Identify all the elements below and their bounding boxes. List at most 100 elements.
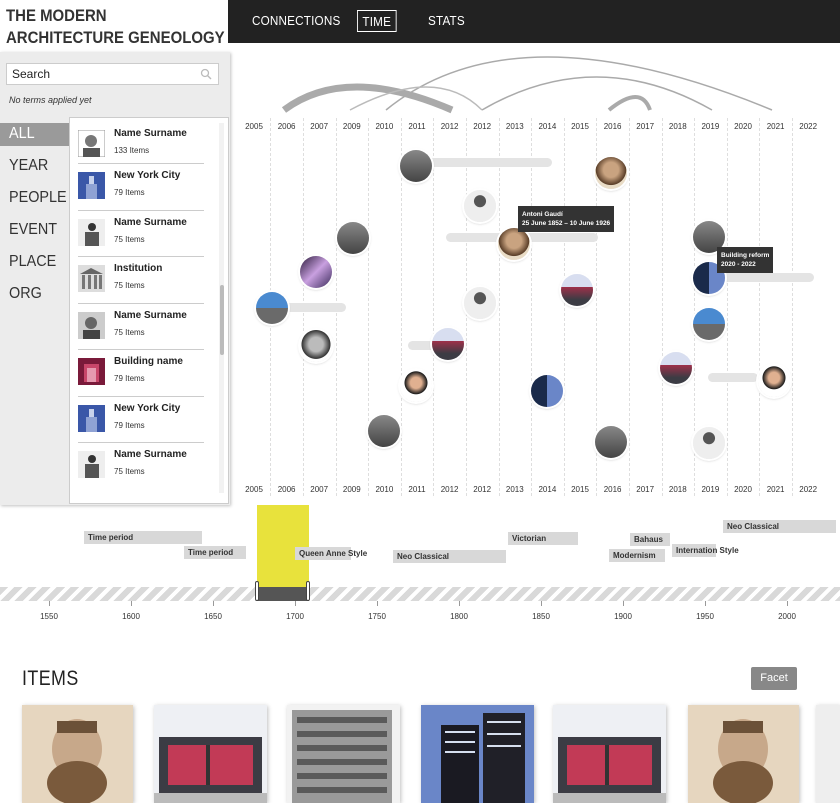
timeline-year-label-bottom: 2014: [538, 485, 557, 494]
axis-tick: [623, 601, 624, 606]
timeline-entity-node[interactable]: [432, 328, 464, 360]
item-card[interactable]: [287, 705, 400, 803]
list-item[interactable]: Building name 79 Items: [70, 350, 210, 396]
list-item[interactable]: Institution 75 Items: [70, 257, 210, 303]
time-brush-selection[interactable]: [257, 505, 309, 587]
timeline-entity-node[interactable]: [256, 292, 288, 324]
item-card[interactable]: [22, 705, 133, 803]
list-item-count: 75 Items: [114, 281, 145, 290]
tooltip-dates: 2020 - 2022: [721, 261, 756, 268]
axis-label: 1600: [122, 612, 140, 621]
results-list: Name Surname 133 Items New York City 79 …: [69, 117, 229, 504]
timeline-duration-bar[interactable]: [426, 158, 552, 167]
app-root: { "app": { "title_line1": "THE MODERN", …: [0, 0, 840, 803]
tooltip-building-reform: Building reform 2020 - 2022: [717, 247, 774, 273]
timeline-column-divider: [791, 118, 793, 496]
list-item-count: 79 Items: [114, 374, 145, 383]
timeline-year-label-bottom: 2011: [408, 485, 426, 494]
period-bar[interactable]: Time period: [84, 531, 202, 544]
period-bar[interactable]: Time period: [184, 546, 246, 559]
category-place[interactable]: PLACE: [9, 253, 56, 271]
item-card[interactable]: [154, 705, 267, 803]
timeline-column-divider: [368, 118, 370, 496]
axis-label: 2000: [778, 612, 796, 621]
axis-label: 1650: [204, 612, 222, 621]
tab-connections[interactable]: CONNECTIONS: [252, 10, 340, 32]
facet-button[interactable]: Facet: [751, 667, 797, 690]
timeline-year-label-bottom: 2020: [734, 485, 752, 494]
tab-stats[interactable]: STATS: [428, 10, 465, 32]
timeline-entity-node[interactable]: [400, 150, 432, 182]
period-bar[interactable]: Bahaus: [630, 533, 670, 546]
timeline-column-divider: [400, 118, 402, 496]
item-card[interactable]: [688, 705, 799, 803]
brush-left-handle[interactable]: [255, 581, 259, 601]
search-icon[interactable]: [200, 68, 212, 80]
list-item[interactable]: Name Surname 75 Items: [70, 304, 210, 350]
timeline-year-label-top: 2018: [668, 122, 687, 131]
category-year[interactable]: YEAR: [9, 157, 48, 175]
timeline-entity-node[interactable]: [561, 274, 593, 306]
period-bar[interactable]: Neo Classical: [393, 550, 506, 563]
list-item[interactable]: New York City 79 Items: [70, 397, 210, 443]
period-bar[interactable]: Queen Anne Style: [295, 547, 367, 560]
timeline-entity-node[interactable]: [660, 352, 692, 384]
timeline-year-label-top: 2009: [342, 122, 361, 131]
period-bar[interactable]: Neo Classical: [723, 520, 836, 533]
list-item[interactable]: Name Surname 133 Items: [70, 122, 210, 168]
timeline-entity-node[interactable]: [498, 228, 530, 260]
timeline-year-label-top: 2007: [310, 122, 329, 131]
axis-tick: [131, 601, 132, 606]
tab-time[interactable]: TIME: [357, 10, 397, 32]
timeline-year-label-top: 2022: [799, 122, 818, 131]
timeline-entity-node[interactable]: [595, 157, 627, 189]
timeline-year-label-bottom: 2005: [245, 485, 263, 494]
timeline-entity-node[interactable]: [300, 256, 332, 288]
category-all[interactable]: ALL: [9, 125, 35, 143]
timeline-entity-node[interactable]: [693, 308, 725, 340]
timeline-entity-node[interactable]: [758, 365, 790, 397]
portrait-thumb-icon: [78, 130, 105, 157]
item-card[interactable]: [553, 705, 666, 803]
timeline-entity-node[interactable]: [400, 370, 432, 402]
timeline-entity-node[interactable]: [300, 330, 332, 362]
timeline-entity-node[interactable]: [693, 427, 725, 459]
period-bar[interactable]: Victorian: [508, 532, 578, 545]
list-item-count: 75 Items: [114, 235, 145, 244]
app-title-line-2: ARCHITECTURE GENEOLOGY: [6, 28, 225, 47]
category-org[interactable]: ORG: [9, 285, 42, 303]
timeline-year-label-top: 2012: [473, 122, 492, 131]
list-item-name: New York City: [114, 170, 181, 181]
search-input[interactable]: Search: [6, 63, 219, 85]
list-scrollbar-thumb[interactable]: [220, 285, 224, 355]
timeline-entity-node[interactable]: [464, 287, 496, 319]
period-bar[interactable]: Modernism: [609, 549, 665, 562]
range-track[interactable]: [0, 587, 840, 601]
axis-tick: [295, 601, 296, 606]
item-card-partial[interactable]: [816, 705, 840, 803]
list-item[interactable]: Name Surname 75 Items: [70, 443, 210, 489]
building-image: [553, 705, 666, 803]
timeline-entity-node[interactable]: [368, 415, 400, 447]
list-item[interactable]: Name Surname 75 Items: [70, 211, 210, 257]
list-item[interactable]: New York City 79 Items: [70, 164, 210, 210]
timeline-entity-node[interactable]: [595, 426, 627, 458]
city-tower-thumb-icon: [78, 405, 105, 432]
timeline-entity-node[interactable]: [531, 375, 563, 407]
brush-right-handle[interactable]: [306, 581, 310, 601]
period-bar[interactable]: Internation Style: [672, 544, 739, 557]
timeline-entity-node[interactable]: [337, 222, 369, 254]
list-item-name: Name Surname: [114, 310, 187, 321]
item-card[interactable]: [421, 705, 534, 803]
timeline-column-divider: [661, 118, 663, 496]
no-terms-note: No terms applied yet: [9, 95, 92, 105]
app-title-line-1: THE MODERN: [6, 6, 107, 25]
timeline-duration-bar[interactable]: [708, 373, 758, 382]
timeline-year-label-top: 2013: [505, 122, 524, 131]
axis-label: 1950: [696, 612, 714, 621]
axis-label: 1750: [368, 612, 386, 621]
timeline-year-label-bottom: 2006: [277, 485, 296, 494]
category-event[interactable]: EVENT: [9, 221, 57, 239]
category-people[interactable]: PEOPLE: [9, 189, 67, 207]
timeline-entity-node[interactable]: [464, 190, 496, 222]
